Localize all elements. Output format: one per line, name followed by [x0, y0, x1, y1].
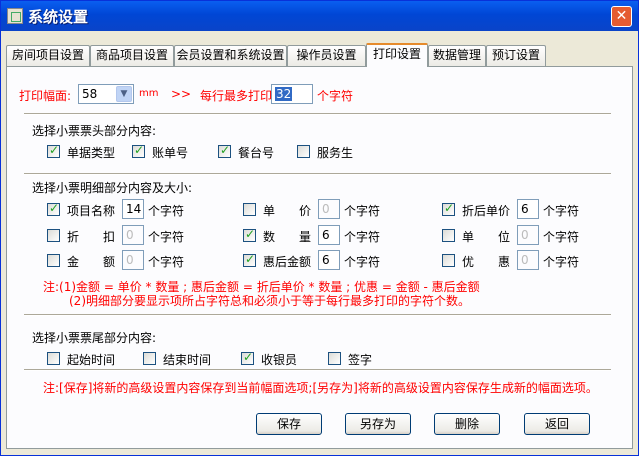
save-button[interactable]: 保存	[256, 413, 322, 435]
checkbox-label[interactable]: 折后单价	[462, 202, 510, 219]
checkbox[interactable]	[47, 201, 60, 216]
detail-section-title: 选择小票明细部分内容及大小:	[32, 181, 193, 195]
char-unit-label: 个字符	[148, 230, 185, 244]
checkbox-label[interactable]: 折 扣	[67, 228, 115, 245]
checkbox-label[interactable]: 优 惠	[462, 253, 510, 270]
checkbox[interactable]	[132, 143, 145, 158]
char-count-input[interactable]: 6	[318, 250, 340, 270]
chevron-down-icon[interactable]: ▼	[116, 86, 132, 102]
divider	[24, 173, 611, 175]
checkbox[interactable]	[297, 145, 310, 158]
tab-0[interactable]: 房间项目设置	[6, 45, 90, 66]
arrow-indicator: >>	[171, 87, 192, 101]
checkbox[interactable]	[243, 252, 256, 267]
title-bar: 系统设置 ✕	[1, 1, 638, 31]
char-count-input[interactable]: 0	[517, 250, 539, 270]
tab-4[interactable]: 打印设置	[366, 43, 428, 67]
max-chars-unit: 个字符	[317, 89, 354, 103]
checkbox-label[interactable]: 签字	[348, 351, 372, 368]
tab-5[interactable]: 数据管理	[428, 45, 486, 66]
tab-2[interactable]: 会员设置和系统设置	[174, 45, 287, 66]
divider	[24, 113, 611, 115]
char-count-input[interactable]: 6	[517, 199, 539, 219]
char-count-input[interactable]: 0	[517, 225, 539, 245]
checkbox-label[interactable]: 账单号	[152, 144, 188, 161]
checkbox[interactable]	[47, 143, 60, 158]
char-count-input[interactable]: 6	[318, 225, 340, 245]
checkbox[interactable]	[218, 143, 231, 158]
checkbox-label[interactable]: 餐台号	[238, 144, 274, 161]
detail-note-2: (2)明细部分要显示项所占字符总和必须小于等于每行最多打印的字符个数。	[69, 294, 471, 308]
checkbox-label[interactable]: 收银员	[261, 351, 297, 368]
tab-3[interactable]: 操作员设置	[287, 45, 366, 66]
max-chars-value: 32	[275, 87, 293, 101]
char-count-input[interactable]: 14	[122, 199, 144, 219]
checkbox[interactable]	[47, 254, 60, 267]
print-width-label: 打印幅面:	[19, 89, 72, 103]
tab-6[interactable]: 预订设置	[486, 45, 546, 66]
checkbox[interactable]	[442, 254, 455, 267]
checkbox-label[interactable]: 数 量	[263, 228, 311, 245]
checkbox[interactable]	[328, 352, 341, 365]
app-icon	[7, 8, 23, 24]
max-chars-input[interactable]: 32	[271, 84, 313, 104]
char-unit-label: 个字符	[148, 204, 185, 218]
char-unit-label: 个字符	[543, 230, 580, 244]
checkbox[interactable]	[47, 229, 60, 242]
save-as-button[interactable]: 另存为	[345, 413, 411, 435]
checkbox-label[interactable]: 惠后金额	[263, 253, 311, 270]
close-button[interactable]: ✕	[611, 6, 632, 27]
print-width-value: 58	[82, 87, 98, 101]
checkbox-label[interactable]: 项目名称	[67, 202, 115, 219]
bottom-note: 注:[保存]将新的高级设置内容保存到当前幅面选项;[另存为]将新的高级设置内容保…	[43, 381, 598, 395]
back-button[interactable]: 返回	[524, 413, 590, 435]
checkbox[interactable]	[241, 350, 254, 365]
char-unit-label: 个字符	[344, 255, 381, 269]
checkbox[interactable]	[243, 203, 256, 216]
print-width-unit: mm	[139, 88, 159, 99]
checkbox-label[interactable]: 金 额	[67, 253, 115, 270]
char-count-input[interactable]: 0	[122, 250, 144, 270]
char-unit-label: 个字符	[543, 255, 580, 269]
char-unit-label: 个字符	[543, 204, 580, 218]
divider	[24, 314, 611, 316]
header-section-title: 选择小票票头部分内容:	[32, 124, 157, 138]
checkbox-label[interactable]: 单 位	[462, 228, 510, 245]
print-settings-panel: 打印幅面: 58 ▼ mm >> 每行最多打印 32 个字符 选择小票票头部分内…	[6, 66, 633, 449]
char-unit-label: 个字符	[344, 230, 381, 244]
checkbox-label[interactable]: 起始时间	[67, 351, 115, 368]
char-unit-label: 个字符	[344, 204, 381, 218]
checkbox[interactable]	[143, 352, 156, 365]
footer-section-title: 选择小票票尾部分内容:	[32, 331, 157, 345]
divider	[24, 369, 611, 371]
checkbox[interactable]	[442, 229, 455, 242]
settings-window: 系统设置 ✕ 房间项目设置 商品项目设置 会员设置和系统设置 操作员设置 打印设置 数据管…	[0, 0, 639, 456]
checkbox[interactable]	[47, 352, 60, 365]
checkbox-label[interactable]: 结束时间	[163, 351, 211, 368]
char-count-input[interactable]: 0	[318, 199, 340, 219]
char-unit-label: 个字符	[148, 255, 185, 269]
tab-1[interactable]: 商品项目设置	[90, 45, 174, 66]
checkbox[interactable]	[243, 227, 256, 242]
delete-button[interactable]: 删除	[434, 413, 500, 435]
checkbox-label[interactable]: 单 价	[263, 202, 311, 219]
checkbox-label[interactable]: 单据类型	[67, 144, 115, 161]
window-title: 系统设置	[28, 8, 89, 26]
max-chars-label: 每行最多打印	[200, 89, 273, 103]
print-width-select[interactable]: 58 ▼	[78, 84, 134, 104]
checkbox-label[interactable]: 服务生	[317, 144, 353, 161]
char-count-input[interactable]: 0	[122, 225, 144, 245]
checkbox[interactable]	[442, 201, 455, 216]
